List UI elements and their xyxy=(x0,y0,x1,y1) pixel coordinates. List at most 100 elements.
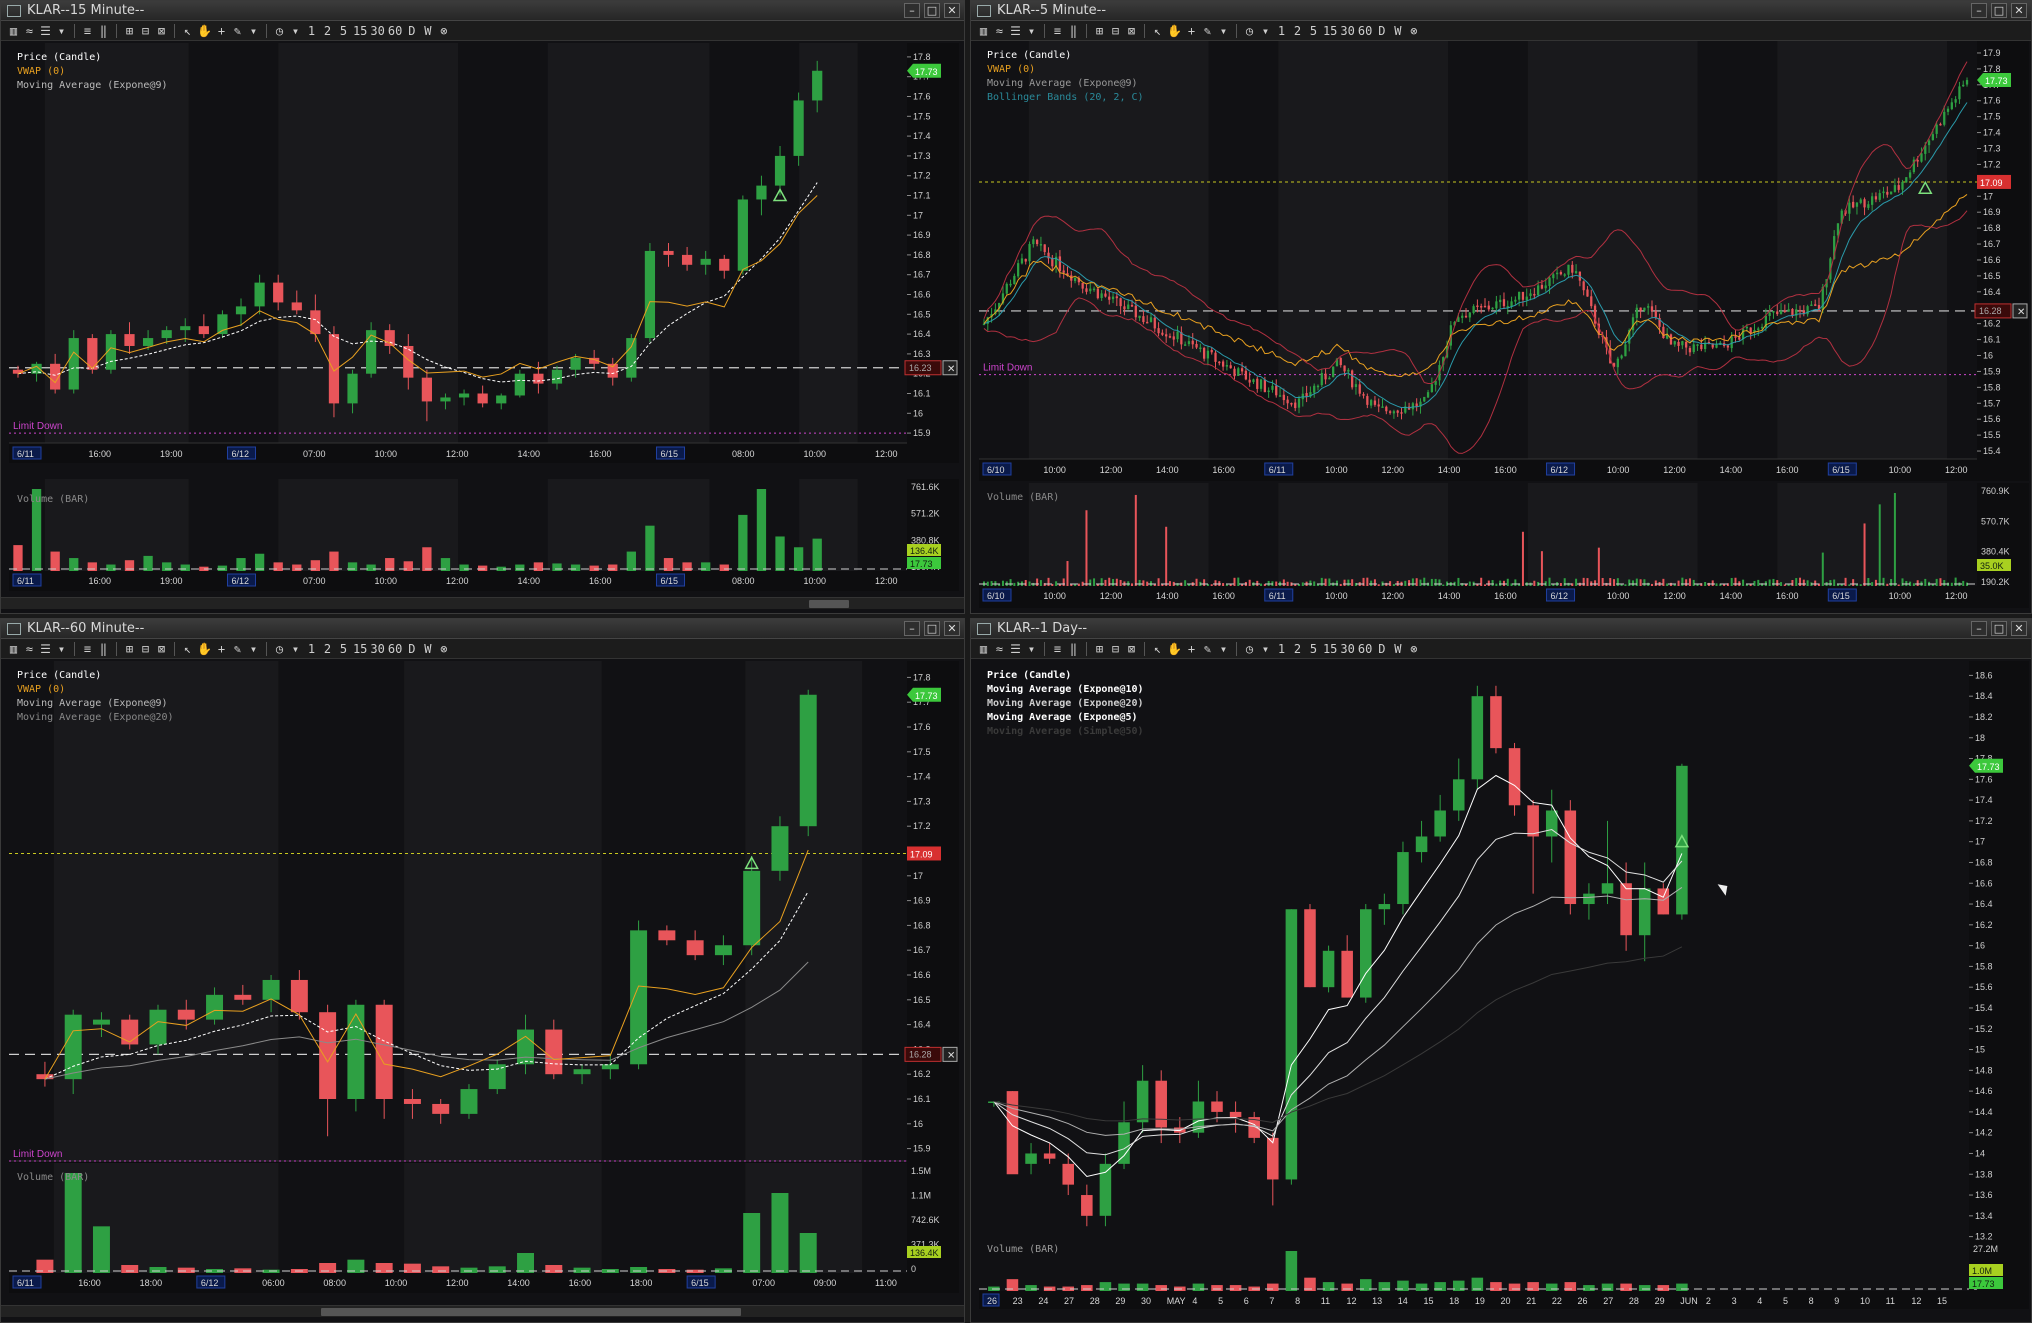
layout-icon[interactable]: ☰ xyxy=(39,23,52,39)
grid3-icon[interactable]: ⊠ xyxy=(1125,23,1138,39)
interval-button-60[interactable]: 60 xyxy=(1358,23,1372,39)
draw-icon[interactable]: ≈ xyxy=(993,641,1006,657)
legend-item[interactable]: Price (Candle) xyxy=(17,51,168,65)
minimize-button[interactable]: – xyxy=(904,3,920,18)
interval-button-2[interactable]: 2 xyxy=(1291,641,1304,657)
interval-button-D[interactable]: D xyxy=(1375,641,1388,657)
bar-chart-icon[interactable]: ▥ xyxy=(7,641,20,657)
interval-button-1[interactable]: 1 xyxy=(1275,23,1288,39)
interval-button-1[interactable]: 1 xyxy=(305,23,318,39)
price-pane[interactable]: 17.917.817.717.617.517.417.317.217.11716… xyxy=(979,41,2029,481)
chevron-down-icon[interactable]: ▾ xyxy=(247,23,260,39)
chart-window-60min[interactable]: KLAR--60 Minute-- – □ ✕ ▥ ≈ ☰ ▾ ≡ ‖ ⊞ ⊟ ⊠ ↖ ✋ + ✎ ▾ ◷ ▾… xyxy=(0,618,965,1323)
pointer-icon[interactable]: ↖ xyxy=(181,23,194,39)
price-pane[interactable]: 18.6 18.4 18.2 18 17.8 17.6 17.4 17.2 17 16.8 16.6… xyxy=(979,661,2029,1271)
close-button[interactable]: ✕ xyxy=(2011,3,2027,18)
legend-item[interactable]: VWAP (0) xyxy=(17,65,168,79)
title-bar[interactable]: KLAR--1 Day-- – □ ✕ xyxy=(971,619,2031,639)
volume-pane[interactable]: 1.5M 1.1M 742.6K 371.3K 0 6/11 16:00 18:00 6/12 0… xyxy=(9,1163,959,1293)
interval-button-15[interactable]: 15 xyxy=(353,641,367,657)
price-chart[interactable]: 17.817.717.617.517.417.317.217.11716.916… xyxy=(9,661,959,1181)
pencil-icon[interactable]: ✎ xyxy=(231,23,244,39)
interval-button-D[interactable]: D xyxy=(405,641,418,657)
chart-window-5min[interactable]: KLAR--5 Minute-- – □ ✕ ▥ ≈ ☰ ▾ ≡ ‖ ⊞ ⊟ ⊠ ↖ ✋ + ✎ ▾ ◷ ▾ 1… xyxy=(970,0,2032,614)
volume-chart[interactable]: 1.5M1.1M742.6K371.3K06/11 16:00 18:00 6/12 0… xyxy=(9,1163,959,1293)
chevron-down-icon[interactable]: ▾ xyxy=(289,23,302,39)
grid-icon[interactable]: ⊞ xyxy=(1093,641,1106,657)
bar-chart-icon[interactable]: ▥ xyxy=(977,641,990,657)
interval-button-D[interactable]: D xyxy=(405,23,418,39)
close-button[interactable]: ✕ xyxy=(944,621,960,636)
horizontal-scrollbar[interactable] xyxy=(1,1305,964,1317)
legend-item[interactable]: Moving Average (Simple@50) xyxy=(987,725,1144,739)
draw-icon[interactable]: ≈ xyxy=(23,23,36,39)
grid2-icon[interactable]: ⊟ xyxy=(139,23,152,39)
chevron-down-icon[interactable]: ▾ xyxy=(289,641,302,657)
interval-button-1[interactable]: 1 xyxy=(305,641,318,657)
close-button[interactable]: ✕ xyxy=(2011,621,2027,636)
draw-icon[interactable]: ≈ xyxy=(993,23,1006,39)
title-bar[interactable]: KLAR--15 Minute-- – □ ✕ xyxy=(1,1,964,21)
interval-button-15[interactable]: 15 xyxy=(1323,23,1337,39)
close-circle-icon[interactable]: ⊗ xyxy=(437,641,450,657)
interval-button-30[interactable]: 30 xyxy=(370,23,384,39)
minimize-button[interactable]: – xyxy=(1971,621,1987,636)
interval-button-30[interactable]: 30 xyxy=(1340,23,1354,39)
crosshair-icon[interactable]: + xyxy=(1185,641,1198,657)
chart-window-15min[interactable]: KLAR--15 Minute-- – □ ✕ ▥ ≈ ☰ ▾ ≡ ‖ ⊞ ⊟ ⊠ ↖ ✋ + ✎ ▾ ◷ ▾… xyxy=(0,0,965,614)
interval-button-60[interactable]: 60 xyxy=(1358,641,1372,657)
close-circle-icon[interactable]: ⊗ xyxy=(1407,641,1420,657)
pause-icon[interactable]: ‖ xyxy=(97,23,110,39)
grid2-icon[interactable]: ⊟ xyxy=(1109,23,1122,39)
legend-item[interactable]: Price (Candle) xyxy=(987,669,1144,683)
interval-button-1[interactable]: 1 xyxy=(1275,641,1288,657)
chart-window-daily[interactable]: KLAR--1 Day-- – □ ✕ ▥ ≈ ☰ ▾ ≡ ‖ ⊞ ⊟ ⊠ ↖ ✋ + ✎ ▾ ◷ ▾ 1 2 5 1… xyxy=(970,618,2032,1323)
hand-icon[interactable]: ✋ xyxy=(197,641,212,657)
interval-button-2[interactable]: 2 xyxy=(1291,23,1304,39)
interval-button-2[interactable]: 2 xyxy=(321,23,334,39)
pointer-icon[interactable]: ↖ xyxy=(1151,641,1164,657)
title-bar[interactable]: KLAR--5 Minute-- – □ ✕ xyxy=(971,1,2031,21)
horizontal-scrollbar[interactable] xyxy=(1,597,964,609)
lines-icon[interactable]: ≡ xyxy=(1051,641,1064,657)
price-pane[interactable]: 17.817.717.617.517.417.317.217.11716.916… xyxy=(9,661,959,1181)
maximize-button[interactable]: □ xyxy=(1991,3,2007,18)
pointer-icon[interactable]: ↖ xyxy=(1151,23,1164,39)
interval-button-D[interactable]: D xyxy=(1375,23,1388,39)
interval-button-60[interactable]: 60 xyxy=(388,23,402,39)
bar-chart-icon[interactable]: ▥ xyxy=(977,23,990,39)
pause-icon[interactable]: ‖ xyxy=(97,641,110,657)
interval-button-2[interactable]: 2 xyxy=(321,641,334,657)
interval-button-15[interactable]: 15 xyxy=(1323,641,1337,657)
pencil-icon[interactable]: ✎ xyxy=(1201,23,1214,39)
chevron-down-icon[interactable]: ▾ xyxy=(55,641,68,657)
layout-icon[interactable]: ☰ xyxy=(1009,641,1022,657)
bar-chart-icon[interactable]: ▥ xyxy=(7,23,20,39)
interval-button-30[interactable]: 30 xyxy=(1340,641,1354,657)
close-button[interactable]: ✕ xyxy=(944,3,960,18)
grid2-icon[interactable]: ⊟ xyxy=(139,641,152,657)
volume-chart[interactable]: 27.2M026232427282930MAY45678111213141518… xyxy=(979,1241,2029,1309)
crosshair-icon[interactable]: + xyxy=(215,23,228,39)
price-chart[interactable]: 17.917.817.717.617.517.417.317.217.11716… xyxy=(979,41,2029,481)
pencil-icon[interactable]: ✎ xyxy=(231,641,244,657)
chevron-down-icon[interactable]: ▾ xyxy=(1025,23,1038,39)
clock-icon[interactable]: ◷ xyxy=(273,641,286,657)
interval-button-60[interactable]: 60 xyxy=(388,641,402,657)
pointer-icon[interactable]: ↖ xyxy=(181,641,194,657)
scrollbar-thumb[interactable] xyxy=(809,600,849,608)
lines-icon[interactable]: ≡ xyxy=(1051,23,1064,39)
grid-icon[interactable]: ⊞ xyxy=(1093,23,1106,39)
legend-item[interactable]: Price (Candle) xyxy=(987,49,1144,63)
hand-icon[interactable]: ✋ xyxy=(1167,641,1182,657)
price-chart[interactable]: 18.618.418.21817.817.617.417.21716.816.6… xyxy=(979,661,2029,1271)
hand-icon[interactable]: ✋ xyxy=(197,23,212,39)
pencil-icon[interactable]: ✎ xyxy=(1201,641,1214,657)
close-circle-icon[interactable]: ⊗ xyxy=(437,23,450,39)
grid-icon[interactable]: ⊞ xyxy=(123,641,136,657)
legend-item[interactable]: Moving Average (Expone@20) xyxy=(17,711,174,725)
title-bar[interactable]: KLAR--60 Minute-- – □ ✕ xyxy=(1,619,964,639)
chevron-down-icon[interactable]: ▾ xyxy=(247,641,260,657)
hand-icon[interactable]: ✋ xyxy=(1167,23,1182,39)
grid3-icon[interactable]: ⊠ xyxy=(155,23,168,39)
